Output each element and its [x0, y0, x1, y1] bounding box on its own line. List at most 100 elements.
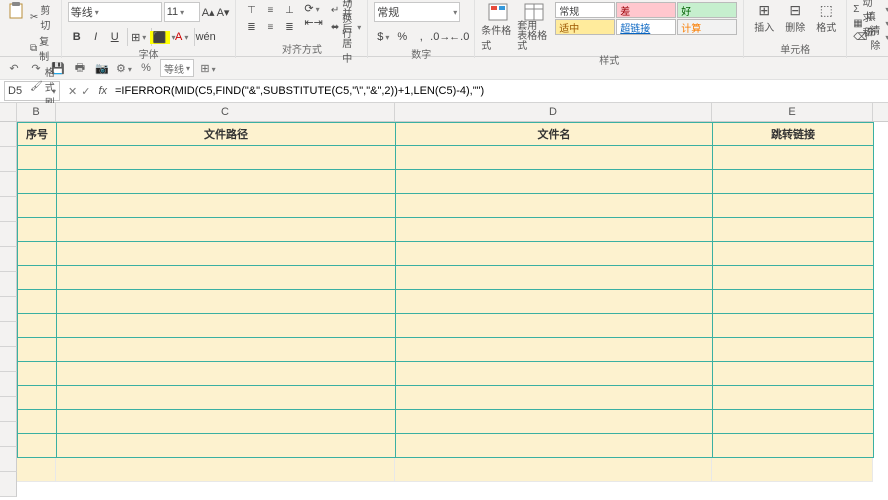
row-header[interactable] — [0, 347, 17, 372]
cell[interactable] — [17, 362, 57, 386]
cell[interactable] — [713, 170, 874, 194]
row-header[interactable] — [0, 247, 17, 272]
row-header[interactable] — [0, 372, 17, 397]
style-good[interactable]: 好 — [677, 2, 737, 18]
fx-icon[interactable]: fx — [94, 85, 111, 97]
cell[interactable] — [57, 194, 396, 218]
border-button[interactable]: ⊞▾ — [127, 28, 148, 46]
format-button[interactable]: ⬚格式 — [812, 2, 840, 41]
row-header[interactable] — [0, 297, 17, 322]
cell[interactable] — [396, 362, 713, 386]
cell[interactable] — [396, 338, 713, 362]
row-header[interactable] — [0, 397, 17, 422]
cell[interactable] — [57, 170, 396, 194]
paste-button[interactable] — [6, 2, 26, 109]
style-normal[interactable]: 常规 — [555, 2, 615, 18]
align-center-icon[interactable]: ≡ — [261, 19, 279, 35]
qat-more-icon[interactable]: ⚙▾ — [116, 62, 132, 75]
table-header-D[interactable]: 文件名 — [396, 122, 713, 146]
cell[interactable] — [57, 386, 396, 410]
underline-button[interactable]: U — [106, 28, 124, 46]
cell[interactable] — [57, 434, 396, 458]
cell[interactable] — [57, 242, 396, 266]
cell[interactable] — [396, 194, 713, 218]
cell[interactable] — [713, 146, 874, 170]
cell[interactable] — [713, 386, 874, 410]
row-header[interactable] — [0, 322, 17, 347]
cell[interactable] — [17, 218, 57, 242]
cell[interactable] — [57, 362, 396, 386]
insert-button[interactable]: ⊞插入 — [750, 2, 778, 41]
cell[interactable] — [713, 434, 874, 458]
decrease-indent-icon[interactable]: ⇤ — [304, 16, 313, 29]
col-header-E[interactable]: E — [712, 103, 873, 121]
cell[interactable] — [713, 266, 874, 290]
phonetic-button[interactable]: wén — [194, 28, 215, 46]
cell[interactable] — [56, 458, 395, 482]
cell[interactable] — [712, 458, 873, 482]
cell[interactable] — [17, 266, 57, 290]
border-qat[interactable]: ⊞▾ — [200, 62, 216, 75]
cut-button[interactable]: ✂剪切 — [30, 2, 55, 32]
cell[interactable] — [17, 146, 57, 170]
col-header-B[interactable]: B — [17, 103, 56, 121]
cell[interactable] — [396, 314, 713, 338]
cell[interactable] — [57, 266, 396, 290]
cancel-formula-icon[interactable]: ✕ — [68, 85, 77, 98]
cell[interactable] — [396, 242, 713, 266]
italic-button[interactable]: I — [87, 28, 105, 46]
row-header[interactable] — [0, 272, 17, 297]
decrease-font-icon[interactable]: A▾ — [217, 6, 230, 19]
row-header[interactable] — [0, 472, 17, 497]
cell[interactable] — [17, 170, 57, 194]
cell[interactable] — [57, 338, 396, 362]
cell[interactable] — [396, 218, 713, 242]
style-link[interactable]: 超链接 — [616, 19, 676, 35]
cell-grid[interactable]: 序号文件路径文件名跳转链接 — [17, 122, 888, 497]
align-middle-icon[interactable]: ≡ — [261, 2, 279, 18]
col-header-D[interactable]: D — [395, 103, 712, 121]
cell[interactable] — [713, 218, 874, 242]
clear-button[interactable]: ⌫清除▾ — [853, 30, 888, 44]
cell[interactable] — [57, 290, 396, 314]
percent-qat[interactable]: % — [138, 62, 154, 74]
font-name-select[interactable]: 等线▾ — [68, 2, 162, 22]
cell[interactable] — [395, 458, 712, 482]
row-header[interactable] — [0, 447, 17, 472]
cell[interactable] — [713, 194, 874, 218]
accounting-button[interactable]: $▾ — [374, 28, 392, 46]
font-color-button[interactable]: A▾ — [173, 28, 191, 46]
cell[interactable] — [713, 290, 874, 314]
cell[interactable] — [396, 290, 713, 314]
bold-button[interactable]: B — [68, 28, 86, 46]
align-top-icon[interactable]: ⊤ — [242, 2, 260, 18]
cell-styles-gallery[interactable]: 常规 差 好 适中 超链接 计算 — [555, 2, 737, 52]
cell[interactable] — [396, 434, 713, 458]
cell[interactable] — [713, 242, 874, 266]
cell[interactable] — [57, 146, 396, 170]
cell[interactable] — [396, 170, 713, 194]
cell[interactable] — [17, 458, 56, 482]
col-header-corner[interactable] — [0, 103, 17, 121]
table-header-B[interactable]: 序号 — [17, 122, 57, 146]
cell[interactable] — [57, 314, 396, 338]
cell[interactable] — [17, 194, 57, 218]
font-size-select[interactable]: 11▾ — [164, 2, 200, 22]
cell[interactable] — [396, 146, 713, 170]
cell[interactable] — [396, 410, 713, 434]
delete-button[interactable]: ⊟删除 — [781, 2, 809, 41]
row-header[interactable] — [0, 147, 17, 172]
decrease-decimal-icon[interactable]: ←.0 — [450, 28, 468, 46]
row-header[interactable] — [0, 197, 17, 222]
cell[interactable] — [713, 338, 874, 362]
align-left-icon[interactable]: ≣ — [242, 19, 260, 35]
row-header[interactable] — [0, 222, 17, 247]
cell[interactable] — [17, 242, 57, 266]
table-header-E[interactable]: 跳转链接 — [713, 122, 874, 146]
cell[interactable] — [17, 434, 57, 458]
cell[interactable] — [713, 362, 874, 386]
cell[interactable] — [17, 314, 57, 338]
row-header[interactable] — [0, 172, 17, 197]
row-header[interactable] — [0, 122, 17, 147]
number-format-select[interactable]: 常规▾ — [374, 2, 460, 22]
